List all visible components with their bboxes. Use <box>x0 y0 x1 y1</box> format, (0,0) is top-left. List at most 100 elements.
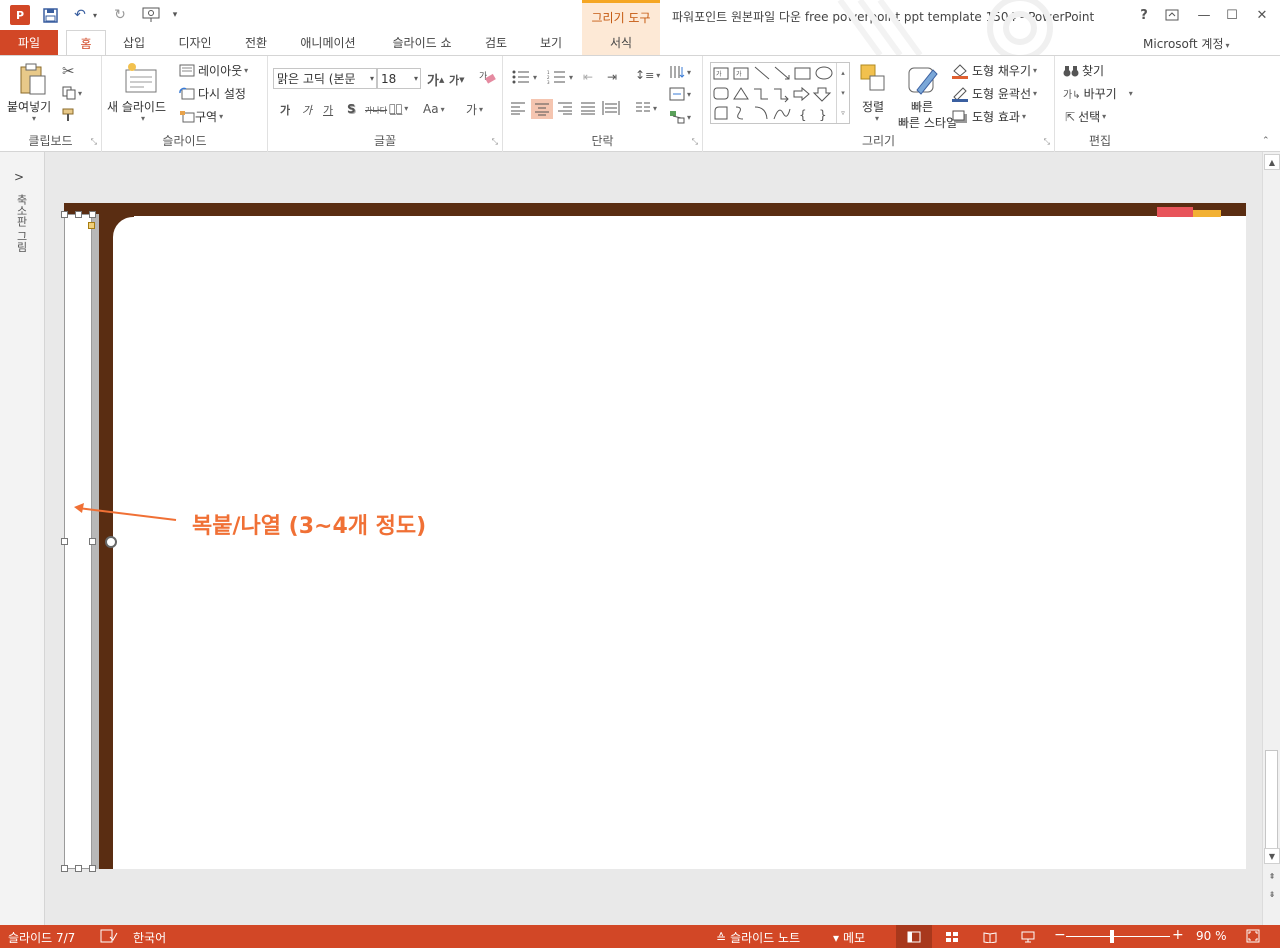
next-slide-icon[interactable]: ⇟ <box>1264 886 1280 902</box>
previous-slide-icon[interactable]: ⇞ <box>1264 868 1280 884</box>
paste-dropdown-icon[interactable]: ▾ <box>32 114 36 123</box>
resize-handle[interactable] <box>61 538 68 545</box>
resize-handle[interactable] <box>89 865 96 872</box>
normal-view-icon[interactable] <box>896 925 932 948</box>
resize-handle[interactable] <box>75 865 82 872</box>
tab-design[interactable]: 디자인 <box>170 30 220 55</box>
quick-styles-label-1[interactable]: 빠른 <box>911 98 933 115</box>
arrange-icon[interactable] <box>860 64 888 97</box>
zoom-slider-thumb[interactable] <box>1110 930 1114 943</box>
vertical-scrollbar[interactable]: ▲ ▼ ⇞ ⇟ <box>1262 152 1280 925</box>
scroll-thumb[interactable] <box>1265 750 1278 850</box>
paste-icon[interactable] <box>18 62 48 99</box>
zoom-level[interactable]: 90 % <box>1196 929 1227 943</box>
tab-slideshow[interactable]: 슬라이드 쇼 <box>384 30 460 55</box>
zoom-in-icon[interactable]: + <box>1172 927 1184 943</box>
close-button[interactable]: ✕ <box>1250 5 1274 25</box>
section-button[interactable]: 구역 ▾ <box>179 108 223 125</box>
bold-icon[interactable]: 가 <box>280 102 290 118</box>
resize-handle[interactable] <box>75 211 82 218</box>
new-slide-button[interactable]: 새 슬라이드 <box>107 98 166 115</box>
format-painter-icon[interactable] <box>62 108 78 122</box>
align-left-icon[interactable] <box>510 101 526 115</box>
underline-icon[interactable]: 가 <box>323 102 333 118</box>
expand-thumbnails-icon[interactable]: > <box>14 170 24 184</box>
tab-file[interactable]: 파일 <box>0 30 58 55</box>
replace-button[interactable]: 가↳ 바꾸기 ▾ <box>1063 85 1133 102</box>
tab-home[interactable]: 홈 <box>66 30 106 56</box>
arrange-button[interactable]: 정렬 <box>862 98 884 115</box>
shrink-font-icon[interactable]: 가 ▼ <box>449 72 465 88</box>
dialog-launcher-icon[interactable]: ⤡ <box>91 137 97 147</box>
quick-styles-button[interactable]: 빠른 스타일 <box>898 114 957 131</box>
font-color-icon[interactable]: 가 ▾ <box>466 101 483 118</box>
numbering-icon[interactable]: 1 2 3 ▾ <box>547 70 573 84</box>
dialog-launcher-icon[interactable]: ⤡ <box>492 137 498 147</box>
paste-button[interactable]: 붙여넣기 <box>7 98 51 115</box>
line-spacing-icon[interactable]: ↕ ≡ ▾ <box>635 68 660 82</box>
tab-insert[interactable]: 삽입 <box>116 30 152 55</box>
tab-view[interactable]: 보기 <box>532 30 570 55</box>
undo-dropdown-icon[interactable]: ▾ <box>90 5 100 25</box>
clear-formatting-icon[interactable]: 가 <box>478 69 496 85</box>
arrange-dropdown-icon[interactable]: ▾ <box>875 114 879 123</box>
dialog-launcher-icon[interactable]: ⤡ <box>1044 137 1050 147</box>
resize-handle[interactable] <box>89 211 96 218</box>
ribbon-display-options-icon[interactable] <box>1160 5 1184 25</box>
undo-icon[interactable]: ↶ <box>70 5 90 25</box>
new-slide-dropdown-icon[interactable]: ▾ <box>141 114 145 123</box>
resize-handle[interactable] <box>89 538 96 545</box>
account-menu[interactable]: Microsoft 계정 ▾ <box>1143 35 1230 52</box>
comments-button[interactable]: ▾ 메모 <box>833 929 865 946</box>
resize-handle[interactable] <box>61 865 68 872</box>
reset-button[interactable]: 다시 설정 <box>179 85 246 102</box>
select-button[interactable]: ⇱ 선택 ▾ <box>1065 108 1106 125</box>
slideshow-view-icon[interactable] <box>1010 925 1046 948</box>
help-button[interactable]: ? <box>1132 5 1156 25</box>
distributed-icon[interactable] <box>602 100 620 116</box>
tab-review[interactable]: 검토 <box>478 30 514 55</box>
layout-button[interactable]: 레이아웃 ▾ <box>179 62 248 79</box>
minimize-button[interactable]: — <box>1192 5 1216 25</box>
strikethrough-icon[interactable]: 가나다 <box>365 105 387 116</box>
collapse-ribbon-icon[interactable]: ⌃ <box>1262 136 1270 146</box>
save-icon[interactable] <box>40 5 60 25</box>
quick-styles-icon[interactable] <box>907 64 939 99</box>
shapes-gallery-scroll[interactable]: ▴ ▾ ▿ <box>836 63 849 123</box>
columns-icon[interactable]: ▾ <box>635 101 657 115</box>
tab-animations[interactable]: 애니메이션 <box>292 30 364 55</box>
powerpoint-app-icon[interactable]: P <box>10 5 30 25</box>
presentation-start-icon[interactable] <box>140 5 162 25</box>
font-size-select[interactable]: 18 ▾ <box>377 68 421 89</box>
scroll-down-icon[interactable]: ▼ <box>1264 848 1280 864</box>
decrease-indent-icon[interactable]: ⇤ <box>583 70 593 84</box>
italic-icon[interactable]: 가 <box>302 102 312 118</box>
shape-effects-button[interactable]: 도형 효과 ▾ <box>951 108 1026 125</box>
selected-rectangle-shape[interactable] <box>64 214 92 869</box>
language-indicator[interactable]: 한국어 <box>133 929 166 946</box>
justify-icon[interactable] <box>580 101 596 115</box>
zoom-out-icon[interactable]: − <box>1054 927 1066 943</box>
copy-icon[interactable]: ▾ <box>62 86 82 100</box>
scroll-up-icon[interactable]: ▲ <box>1264 154 1280 170</box>
reading-view-icon[interactable] <box>972 925 1008 948</box>
character-spacing-icon[interactable]: 가̲나̲ ▾ <box>389 102 408 115</box>
change-case-icon[interactable]: Aa ▾ <box>423 102 445 116</box>
increase-indent-icon[interactable]: ⇥ <box>607 70 617 84</box>
redo-icon[interactable]: ↻ <box>110 5 130 25</box>
bullets-icon[interactable]: ▾ <box>511 70 537 84</box>
shape-outline-button[interactable]: 도형 윤곽선 ▾ <box>951 85 1037 102</box>
zoom-slider[interactable] <box>1066 936 1170 937</box>
dialog-launcher-icon[interactable]: ⤡ <box>692 137 698 147</box>
font-name-select[interactable]: 맑은 고딕 (본문 ▾ <box>273 68 377 89</box>
new-slide-icon[interactable] <box>124 62 158 97</box>
align-right-icon[interactable] <box>557 101 573 115</box>
find-button[interactable]: 찾기 <box>1063 62 1104 79</box>
text-shadow-icon[interactable]: S <box>347 102 356 116</box>
text-direction-icon[interactable]: ▾ <box>669 64 691 80</box>
grow-font-icon[interactable]: 가 ▲ <box>427 70 444 89</box>
slide-index[interactable]: 슬라이드 7/7 <box>8 929 75 946</box>
slide-sorter-icon[interactable] <box>934 925 970 948</box>
convert-smartart-icon[interactable]: ▾ <box>669 110 691 124</box>
notes-button[interactable]: ≙ 슬라이드 노트 <box>716 929 800 946</box>
